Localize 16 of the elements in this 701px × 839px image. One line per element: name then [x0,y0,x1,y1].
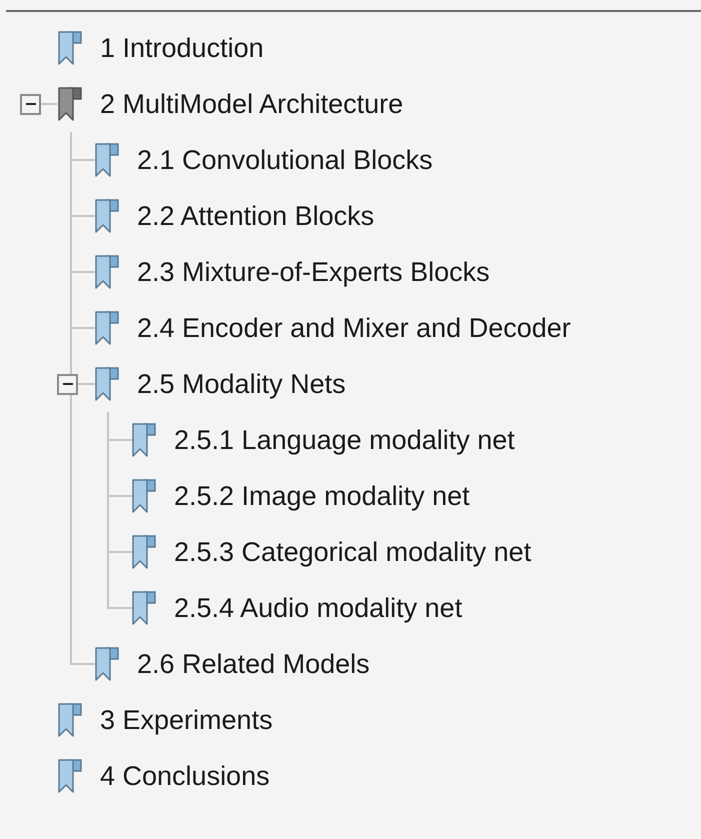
bookmark-label[interactable]: 2.2 Attention Blocks [137,200,374,232]
bookmark-label[interactable]: 2.5.4 Audio modality net [174,592,462,624]
bookmark-label[interactable]: 2.5.1 Language modality net [174,424,515,456]
bookmark-label[interactable]: 2 MultiModel Architecture [100,88,404,120]
bookmark-label[interactable]: 2.5 Modality Nets [137,368,346,400]
bookmark-label[interactable]: 2.3 Mixture-of-Experts Blocks [137,256,490,288]
bookmark-label[interactable]: 2.6 Related Models [137,648,370,680]
bookmark-label[interactable]: 1 Introduction [100,32,264,64]
collapse-toggle[interactable] [20,94,41,114]
bookmark-label[interactable]: 4 Conclusions [100,760,270,792]
bookmark-label[interactable]: 2.5.3 Categorical modality net [174,536,532,568]
bookmark-label[interactable]: 3 Experiments [100,704,273,736]
collapse-toggle[interactable] [57,374,78,394]
bookmark-label[interactable]: 2.5.2 Image modality net [174,480,470,512]
bookmark-label[interactable]: 2.4 Encoder and Mixer and Decoder [137,312,571,344]
bookmark-label[interactable]: 2.1 Convolutional Blocks [137,144,433,176]
